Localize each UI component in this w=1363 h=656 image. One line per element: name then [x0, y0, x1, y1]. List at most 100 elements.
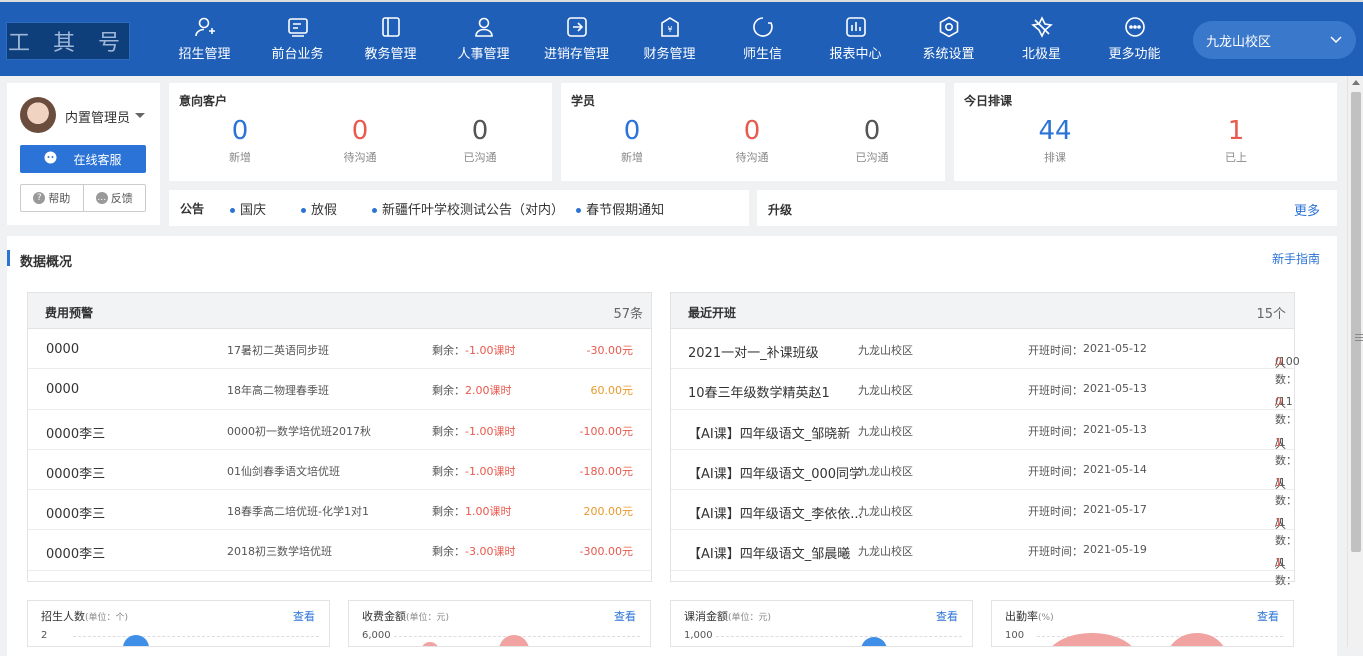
- y-tick: 1,000: [684, 630, 713, 641]
- nav-label: 师生信: [742, 47, 782, 62]
- fee-row[interactable]: 0000 18年高二物理春季班 剩余： 2.00课时 60.00元: [28, 369, 651, 410]
- remain-label: 剩余：: [432, 505, 465, 519]
- nav-label: 系统设置: [922, 47, 975, 62]
- help-feedback-group: ? 帮助 … 反馈: [20, 184, 146, 212]
- view-link[interactable]: 查看: [1257, 608, 1279, 624]
- fee-row[interactable]: 0000李三 18春季高二培优班-化学1对1 剩余： 1.00课时 200.00元: [28, 490, 651, 531]
- class-row[interactable]: 【AI课】四年级语文_邹晓新 九龙山校区 开班时间： 2021-05-13 人数： 1/1: [671, 410, 1297, 467]
- announcement-item[interactable]: 国庆: [230, 199, 266, 218]
- stat-completed[interactable]: 1 已上: [1181, 113, 1291, 165]
- nav-enrollment[interactable]: 招生管理: [158, 2, 251, 76]
- campus-selector[interactable]: 九龙山校区: [1193, 21, 1356, 59]
- announcement-item[interactable]: 新疆仟叶学校测试公告（对内）: [372, 199, 564, 218]
- class-name: 【AI课】四年级语文_邹晓新: [688, 426, 851, 442]
- upgrade-bar: 升级 更多: [757, 190, 1337, 226]
- announcement-item[interactable]: 放假: [301, 199, 337, 218]
- nav-academic[interactable]: 教务管理: [344, 2, 437, 76]
- nav-label: 进销存管理: [543, 47, 609, 62]
- fee-row[interactable]: 0000李三 01仙剑春季语文培优班 剩余： -1.00课时 -180.00元: [28, 450, 651, 491]
- campus-name: 九龙山校区: [858, 384, 913, 398]
- nav-label: 更多功能: [1108, 47, 1161, 62]
- stat-done[interactable]: 0 已沟通: [425, 113, 535, 165]
- vertical-scrollbar[interactable]: [1347, 76, 1363, 647]
- logo[interactable]: 工 其 号: [6, 22, 130, 60]
- fee-row[interactable]: 0000李三 0000初一数学培优班2017秋 剩余： -1.00课时 -100.00元: [28, 410, 651, 450]
- nav-hr[interactable]: 人事管理: [437, 2, 530, 76]
- stat-pending[interactable]: 0 待沟通: [697, 113, 807, 165]
- nav-finance[interactable]: ¥ 财务管理: [623, 2, 716, 76]
- stat-label: 已上: [1225, 151, 1247, 164]
- class-name: 01仙剑春季语文培优班: [227, 464, 340, 478]
- campus-name: 九龙山校区: [858, 344, 913, 357]
- nav-reports[interactable]: 报表中心: [809, 2, 902, 76]
- class-row[interactable]: 【AI课】四年级语文_李依依... 九龙山校区 开班时间： 2021-05-17 人数：…: [671, 490, 1297, 547]
- comment-icon: …: [95, 192, 108, 204]
- class-name: 【AI课】四年级语文_李依依...: [688, 507, 863, 523]
- stat-done[interactable]: 0 已沟通: [817, 113, 927, 165]
- beginner-guide-link[interactable]: 新手指南: [1272, 250, 1320, 267]
- class-name: 2021一对一_补课班级: [688, 346, 819, 361]
- fee-warning-panel: 费用预警 57条 0000 17暑初二英语同步班 剩余： -1.00课时 -30.00元 0…: [27, 292, 652, 582]
- nav-messaging[interactable]: 师生信: [716, 2, 809, 76]
- upgrade-title: 升级: [768, 203, 793, 217]
- gridline: [716, 636, 962, 637]
- remain-label: 剩余：: [432, 344, 465, 357]
- panel-header: 最近开班 15个: [671, 293, 1294, 329]
- caret-down-icon[interactable]: [135, 113, 145, 118]
- fee-row[interactable]: 0000 17暑初二英语同步班 剩余： -1.00课时 -30.00元: [28, 329, 651, 370]
- student-name: 0000: [46, 382, 80, 398]
- stat-pending[interactable]: 0 待沟通: [305, 113, 415, 165]
- user-card: 内置管理员 在线客服 ? 帮助 … 反馈: [7, 83, 160, 225]
- stat-value: 44: [1038, 116, 1072, 146]
- help-button[interactable]: ? 帮助: [21, 185, 83, 211]
- user-name[interactable]: 内置管理员: [65, 107, 130, 126]
- nav-settings[interactable]: 系统设置: [902, 2, 995, 76]
- fee-row[interactable]: 0000李三 2018初三数学培优班 剩余： -3.00课时 -300.00元: [28, 530, 651, 571]
- more-link[interactable]: 更多: [1294, 200, 1320, 219]
- remain-value: 1.00课时: [465, 505, 512, 519]
- students-card: 学员 0 新增 0 待沟通 0 已沟通: [561, 83, 945, 181]
- stat-value: 0: [743, 116, 761, 146]
- message-icon: [752, 16, 774, 38]
- stat-value: 1: [1227, 116, 1245, 146]
- nav-label: 报表中心: [829, 47, 882, 62]
- amount-value: -180.00元: [579, 464, 633, 478]
- stat-new[interactable]: 0 新增: [185, 113, 295, 165]
- panel-count[interactable]: 57条: [613, 303, 643, 322]
- class-row[interactable]: 【AI课】四年级语文_邹晨曦 九龙山校区 开班时间： 2021-05-19 人数： 1/1: [671, 530, 1297, 587]
- view-link[interactable]: 查看: [614, 608, 636, 624]
- nav-more[interactable]: 更多功能: [1088, 2, 1181, 76]
- class-row[interactable]: 2021一对一_补课班级 九龙山校区 开班时间： 2021-05-12 人数： 0/100: [671, 329, 1300, 386]
- view-link[interactable]: 查看: [936, 608, 958, 624]
- announcement-item[interactable]: 春节假期通知: [576, 199, 664, 218]
- campus-label: 九龙山校区: [1206, 34, 1272, 50]
- y-tick: 100: [1005, 630, 1025, 641]
- stat-label: 待沟通: [343, 151, 377, 164]
- view-link[interactable]: 查看: [293, 608, 315, 624]
- person-icon: [473, 16, 495, 38]
- start-time-label: 开班时间：: [1028, 344, 1083, 357]
- nav-reception[interactable]: 前台业务: [251, 2, 344, 76]
- start-date: 2021-05-17: [1083, 503, 1147, 517]
- start-time-label: 开班时间：: [1028, 545, 1083, 559]
- avatar[interactable]: [20, 97, 56, 133]
- revenue-amount-chart: 收费金额(单位：元) 查看 6,000: [348, 600, 651, 647]
- feedback-button[interactable]: … 反馈: [82, 185, 146, 211]
- stat-new[interactable]: 0 新增: [577, 113, 687, 165]
- nav-polaris[interactable]: 北极星: [995, 2, 1088, 76]
- nav-inventory[interactable]: 进销存管理: [530, 2, 623, 76]
- scroll-up-icon[interactable]: [1352, 80, 1360, 85]
- feedback-label: 反馈: [110, 192, 133, 205]
- stat-scheduled[interactable]: 44 排课: [1000, 113, 1110, 165]
- panel-count[interactable]: 15个: [1256, 303, 1286, 322]
- stat-value: 0: [471, 116, 489, 146]
- online-service-button[interactable]: 在线客服: [20, 145, 146, 173]
- scrollbar-thumb[interactable]: [1351, 92, 1363, 552]
- class-name: 10春三年级数学精英赵1: [688, 386, 830, 402]
- section-accent: [7, 250, 10, 266]
- nav-label: 人事管理: [457, 47, 510, 62]
- nav-label: 教务管理: [364, 47, 417, 62]
- class-row[interactable]: 10春三年级数学精英赵1 九龙山校区 开班时间： 2021-05-13 人数： 0/11: [671, 369, 1297, 426]
- class-row[interactable]: 【AI课】四年级语文_000同学 九龙山校区 开班时间： 2021-05-14 人数： 1…: [671, 450, 1297, 507]
- campus-name: 九龙山校区: [858, 545, 913, 559]
